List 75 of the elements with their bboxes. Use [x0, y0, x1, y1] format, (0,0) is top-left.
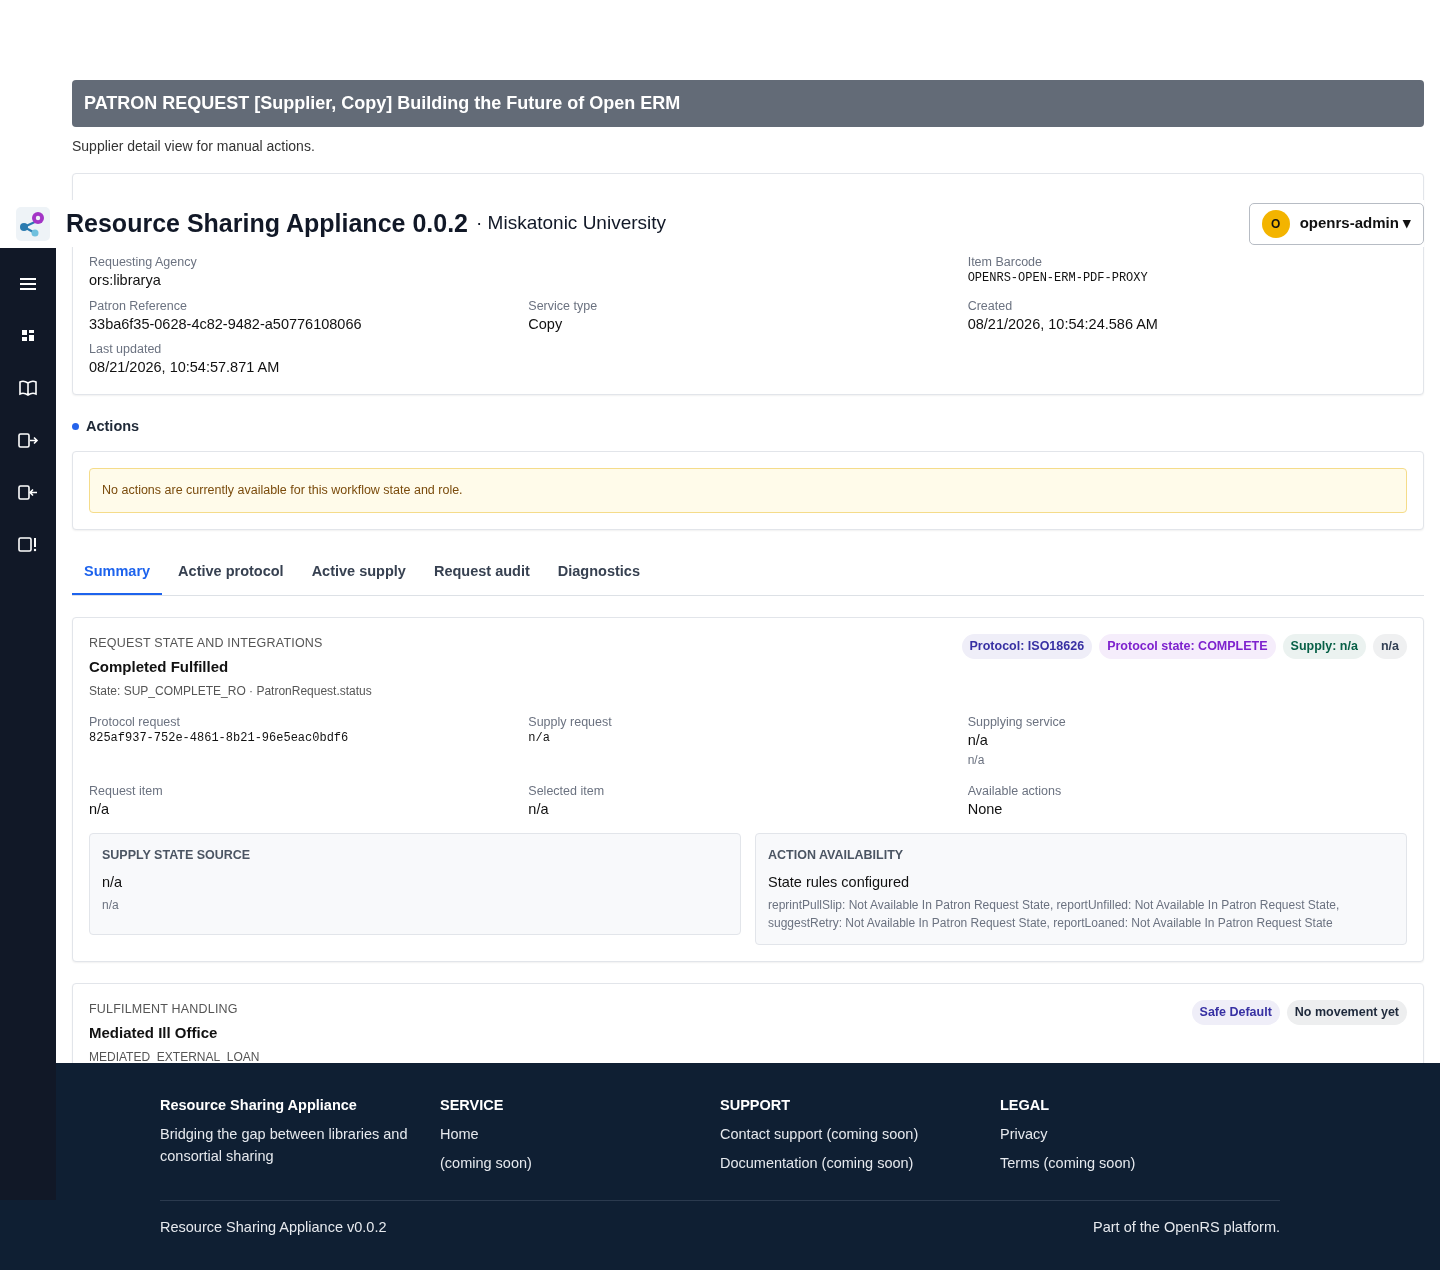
- footer-platform: Part of the OpenRS platform.: [1093, 1218, 1280, 1238]
- panel-label: SUPPLY STATE SOURCE: [102, 847, 252, 865]
- field-note: n/a: [967, 751, 986, 769]
- panel-detail: n/a: [102, 896, 120, 914]
- field-value: 08/21/2026, 10:54:24.586 AM: [967, 314, 1159, 334]
- panel-label: ACTION AVAILABILITY: [768, 847, 905, 865]
- field-value: n/a: [89, 799, 111, 819]
- field-value: n/a: [528, 730, 551, 748]
- field-label: Patron Reference: [89, 297, 188, 314]
- book-icon[interactable]: [17, 378, 39, 398]
- alert-message: No actions are currently available for this workflow state and role.: [89, 468, 1407, 514]
- field-label: Supplying service: [967, 714, 1067, 731]
- field-value: 08/21/2026, 10:54:57.871 AM: [89, 358, 281, 378]
- card-subtitle: MEDIATED_EXTERNAL_LOAN: [89, 1049, 260, 1063]
- badge-label: Protocol: ISO18626: [961, 633, 1093, 659]
- field-label: Requesting Agency: [89, 254, 198, 271]
- field-label: Protocol request: [89, 714, 182, 731]
- tab[interactable]: Request audit: [421, 551, 542, 595]
- panel-title: State rules configured: [768, 873, 911, 892]
- field-label: Supply request: [528, 714, 613, 731]
- field-label: Created: [967, 297, 1014, 314]
- card-title: Completed Fulfilled: [89, 657, 230, 678]
- field-label: Service type: [528, 297, 599, 314]
- footer-link[interactable]: Terms (coming soon): [1000, 1154, 1136, 1171]
- footer-tagline: Bridging the gap between libraries and consortial sharing: [160, 1124, 409, 1166]
- page-subtitle: Supplier detail view for manual actions.: [72, 137, 316, 156]
- field-value: 825af937-752e-4861-8b21-96e5eac0bdf6: [89, 730, 350, 748]
- footer-link[interactable]: Home: [440, 1125, 479, 1142]
- avatar: O: [1261, 209, 1290, 238]
- footer-heading: LEGAL: [1000, 1096, 1051, 1115]
- badge-label: n/a: [1372, 633, 1407, 659]
- footer-link[interactable]: (coming soon): [440, 1154, 532, 1171]
- badge-label: Safe Default: [1191, 999, 1280, 1025]
- field-label: Item Barcode: [967, 254, 1043, 271]
- card-label: FULFILMENT HANDLING: [89, 1000, 239, 1018]
- tab[interactable]: Active protocol: [166, 551, 296, 595]
- field-value: OPENRS-OPEN-ERM-PDF-PROXY: [967, 270, 1149, 288]
- field-value: n/a: [528, 799, 550, 819]
- card-subtitle: State: SUP_COMPLETE_RO · PatronRequest.status: [89, 683, 372, 701]
- field-value: Copy: [528, 314, 564, 334]
- badge-label: No movement yet: [1286, 999, 1407, 1025]
- section-heading: Actions: [86, 416, 140, 436]
- card-title: Mediated Ill Office: [89, 1023, 219, 1044]
- organization-name: · Miskatonic University: [476, 211, 667, 236]
- footer-link[interactable]: Contact support (coming soon): [720, 1125, 919, 1142]
- field-label: Last updated: [89, 341, 163, 358]
- field-label: Selected item: [528, 782, 606, 799]
- status-dot-icon: [72, 423, 79, 430]
- footer-version: Resource Sharing Appliance v0.0.2: [160, 1218, 387, 1238]
- field-label: Request item: [89, 782, 164, 799]
- field-label: Available actions: [967, 782, 1063, 799]
- box-arrow-left-icon[interactable]: [17, 482, 39, 502]
- box-alert-icon[interactable]: [17, 534, 39, 554]
- footer-heading: SERVICE: [440, 1096, 505, 1115]
- footer-link[interactable]: Documentation (coming soon): [720, 1154, 914, 1171]
- field-value: ors:librarya: [89, 271, 162, 291]
- footer-brand: Resource Sharing Appliance: [160, 1096, 358, 1115]
- badge-label: Supply: n/a: [1282, 633, 1366, 659]
- tab[interactable]: Summary: [72, 551, 163, 595]
- field-value: None: [967, 799, 1004, 819]
- tab[interactable]: Active supply: [299, 551, 418, 595]
- user-menu-button[interactable]: O openrs-admin ▾: [1248, 202, 1424, 245]
- app-title: Resource Sharing Appliance 0.0.2: [66, 207, 468, 239]
- page-title: PATRON REQUEST [Supplier, Copy] Building the Future of Open ERM: [72, 80, 1424, 127]
- field-value: 33ba6f35-0628-4c82-9482-a50776108066: [89, 314, 363, 334]
- panel-title: n/a: [102, 873, 124, 892]
- field-value: n/a: [967, 731, 989, 751]
- box-arrow-right-icon[interactable]: [17, 430, 39, 450]
- badge-label: Protocol state: COMPLETE: [1099, 633, 1276, 659]
- card-label: REQUEST STATE AND INTEGRATIONS: [89, 634, 324, 652]
- tab[interactable]: Diagnostics: [545, 551, 652, 595]
- footer-heading: SUPPORT: [720, 1096, 792, 1115]
- footer-link[interactable]: Privacy: [1000, 1125, 1048, 1142]
- app-logo-icon: [16, 206, 50, 241]
- panel-detail: reprintPullSlip: Not Available In Patron Request State, reportUnfilled: Not Available In Patron Request State, suggestRetry: Not Available In Patron Request State, reportLoaned: Not Available In Patron Request State: [768, 896, 1341, 932]
